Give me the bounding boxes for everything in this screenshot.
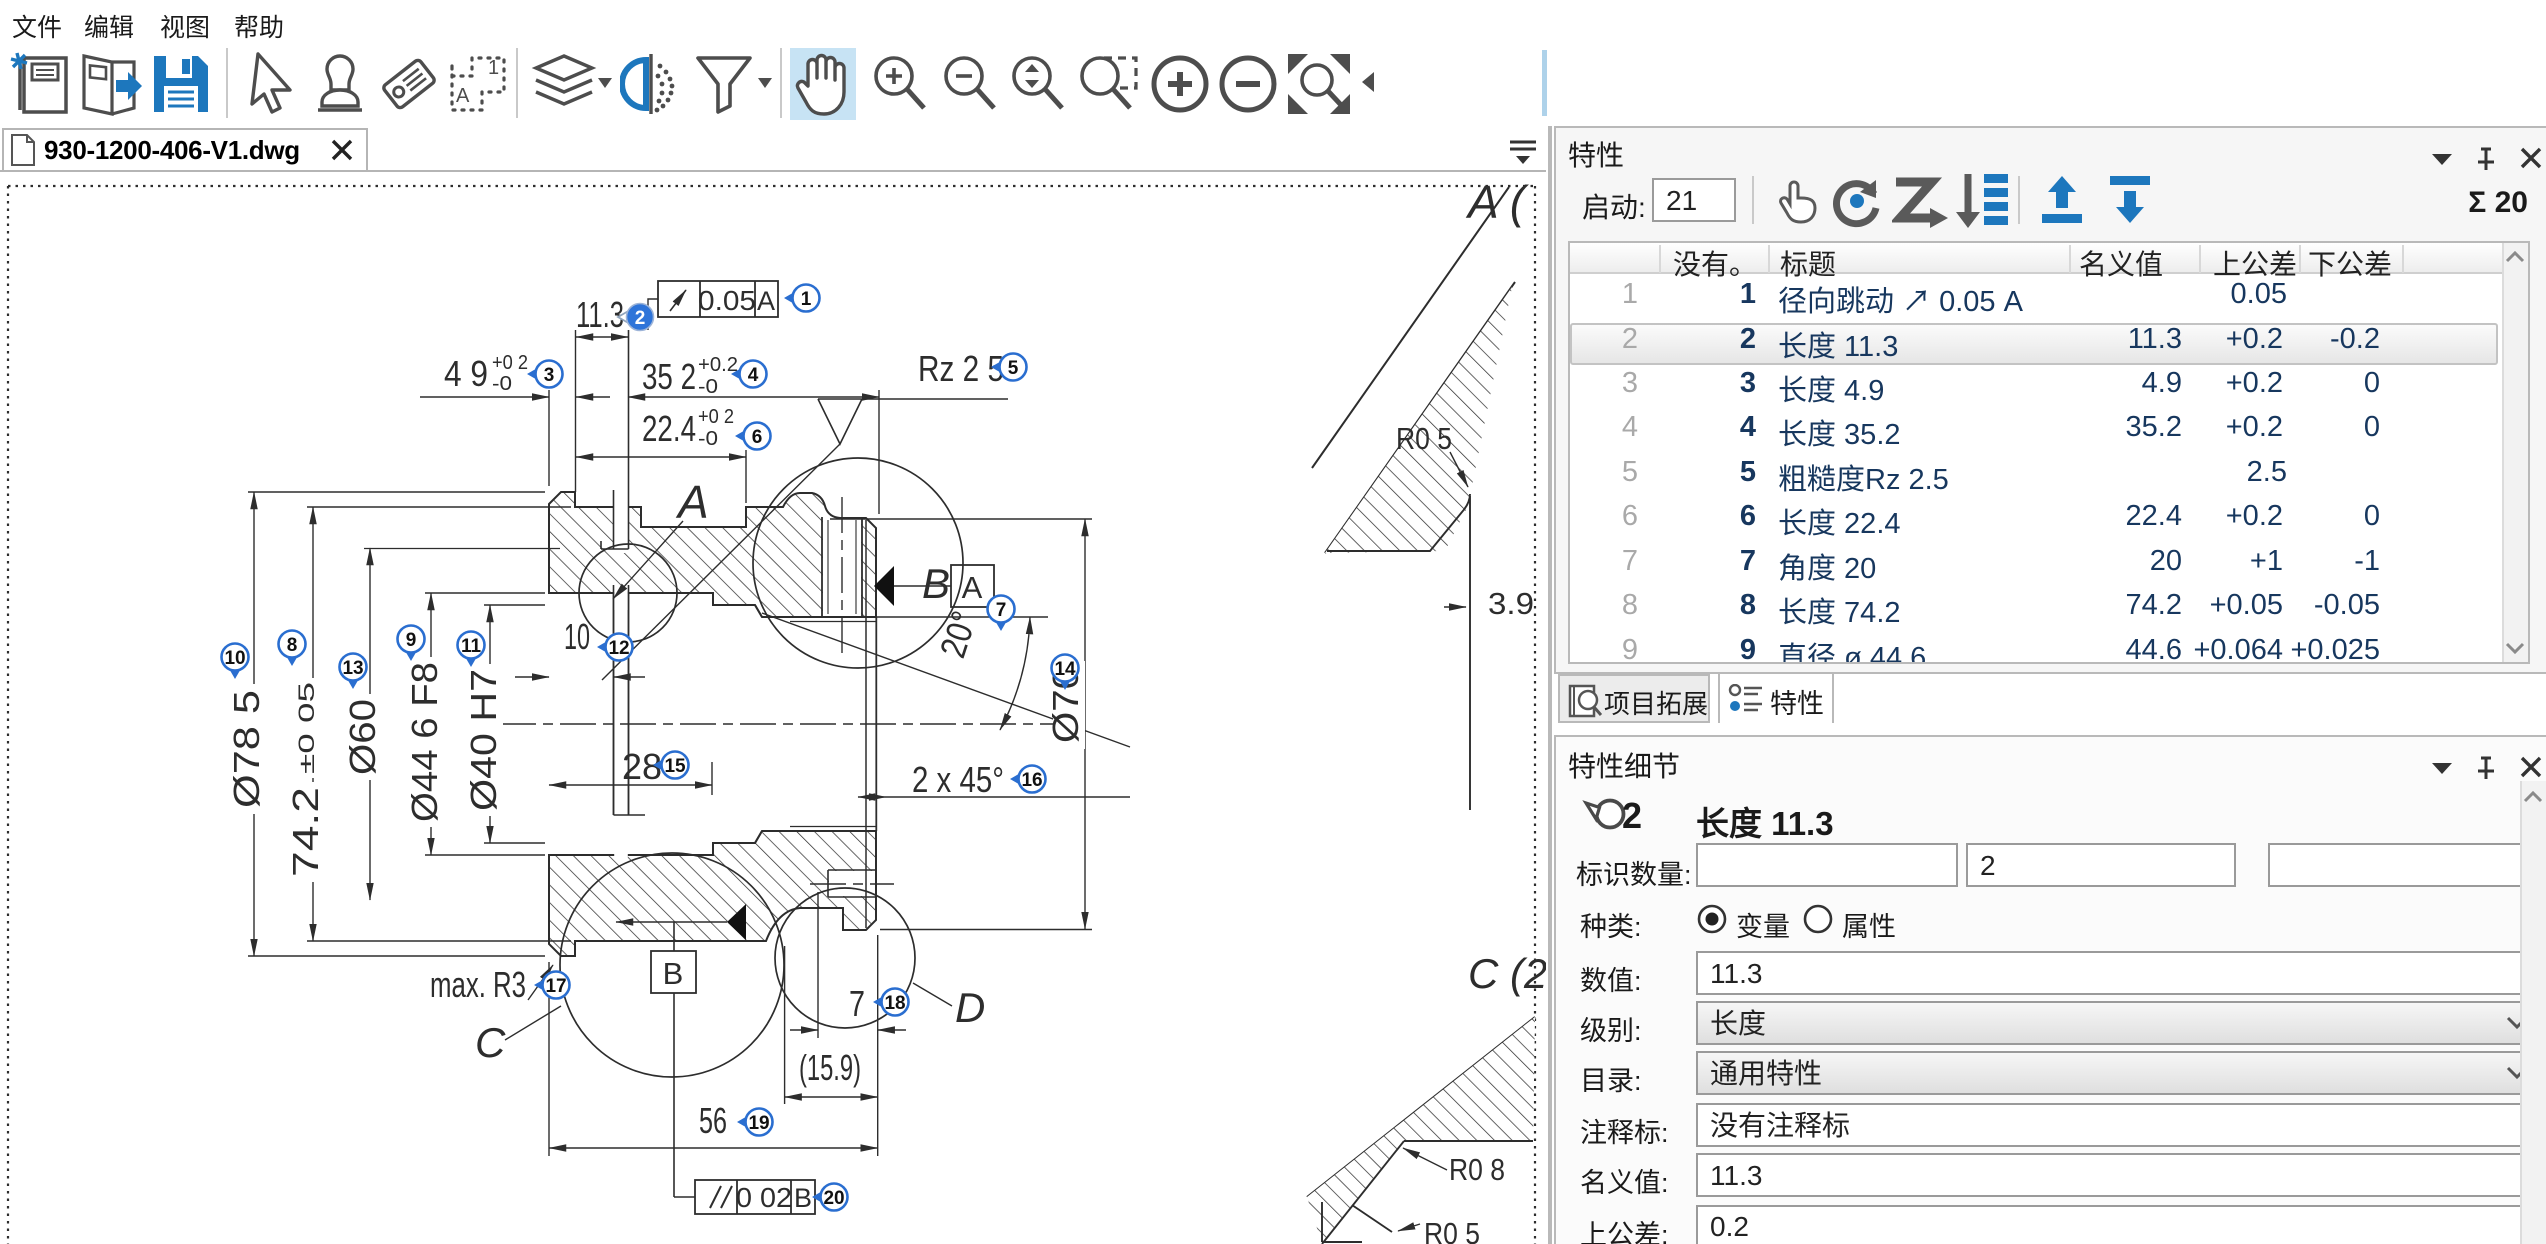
svg-text:0.05: 0.05: [698, 285, 756, 316]
svg-text:10: 10: [224, 648, 245, 669]
svg-text:B: B: [663, 956, 684, 991]
svg-text:R0 8: R0 8: [1449, 1152, 1505, 1187]
svg-text:(15.9): (15.9): [799, 1047, 861, 1088]
svg-text:±0 05: ±0 05: [294, 682, 319, 774]
svg-text:R0 5: R0 5: [1424, 1216, 1480, 1244]
svg-text:56: 56: [699, 1100, 727, 1141]
svg-text:22.4: 22.4: [642, 408, 696, 449]
svg-text:A (: A (: [1465, 176, 1530, 228]
svg-text:+0.2: +0.2: [698, 354, 738, 376]
svg-text:A: A: [456, 85, 470, 107]
svg-text:5: 5: [1008, 358, 1019, 379]
svg-text:7: 7: [849, 983, 865, 1024]
svg-text:13: 13: [342, 658, 363, 679]
svg-text:A: A: [757, 286, 775, 316]
svg-text:+0 2: +0 2: [492, 352, 528, 374]
svg-text:11.3: 11.3: [576, 294, 624, 335]
svg-text:Ø44 6 F8: Ø44 6 F8: [404, 662, 445, 822]
svg-text:max. R3: max. R3: [430, 964, 526, 1005]
svg-text:8: 8: [287, 635, 298, 656]
svg-text:A: A: [962, 570, 983, 605]
svg-text:-0: -0: [698, 376, 718, 398]
svg-text:6: 6: [752, 427, 763, 448]
svg-text:A: A: [675, 476, 709, 528]
svg-text:4 9: 4 9: [444, 353, 488, 394]
svg-text:20°: 20°: [932, 606, 985, 662]
svg-text:35 2: 35 2: [642, 356, 696, 397]
svg-text:3.9: 3.9: [1488, 586, 1534, 621]
svg-text:2 x 45°: 2 x 45°: [912, 759, 1004, 800]
svg-text:7: 7: [996, 600, 1007, 621]
svg-text:0 02: 0 02: [736, 1182, 792, 1213]
svg-text:15: 15: [664, 756, 686, 777]
svg-text:+0 2: +0 2: [698, 406, 734, 428]
svg-text:B: B: [922, 560, 950, 607]
svg-text:-0: -0: [698, 428, 718, 450]
svg-text:11: 11: [461, 636, 482, 657]
svg-text:4: 4: [748, 365, 759, 386]
svg-text:9: 9: [406, 630, 417, 651]
svg-text:B: B: [794, 1183, 812, 1213]
svg-text:14: 14: [1054, 659, 1076, 680]
svg-text:10: 10: [564, 616, 590, 657]
svg-text:D: D: [955, 984, 985, 1031]
svg-text:17: 17: [545, 976, 566, 997]
svg-text:C: C: [475, 1019, 506, 1066]
svg-text:20: 20: [823, 1188, 844, 1209]
svg-text:R0 5: R0 5: [1396, 421, 1452, 456]
svg-text:3: 3: [544, 365, 555, 386]
svg-text:18: 18: [884, 993, 905, 1014]
svg-text:12: 12: [608, 638, 629, 659]
svg-text:Ø60: Ø60: [342, 699, 383, 775]
svg-text:Ø78 5: Ø78 5: [226, 690, 267, 808]
svg-text:Ø40 H7: Ø40 H7: [463, 669, 504, 811]
svg-text:19: 19: [748, 1113, 769, 1134]
svg-text:2: 2: [635, 308, 646, 329]
svg-text:C (2: C (2: [1468, 950, 1546, 997]
svg-text:16: 16: [1021, 770, 1042, 791]
svg-text:74.2: 74.2: [285, 787, 326, 877]
svg-text:1: 1: [488, 57, 499, 79]
svg-text:-0: -0: [492, 373, 512, 395]
svg-text:Rz 2 5: Rz 2 5: [918, 348, 1004, 389]
svg-text:1: 1: [801, 289, 812, 310]
